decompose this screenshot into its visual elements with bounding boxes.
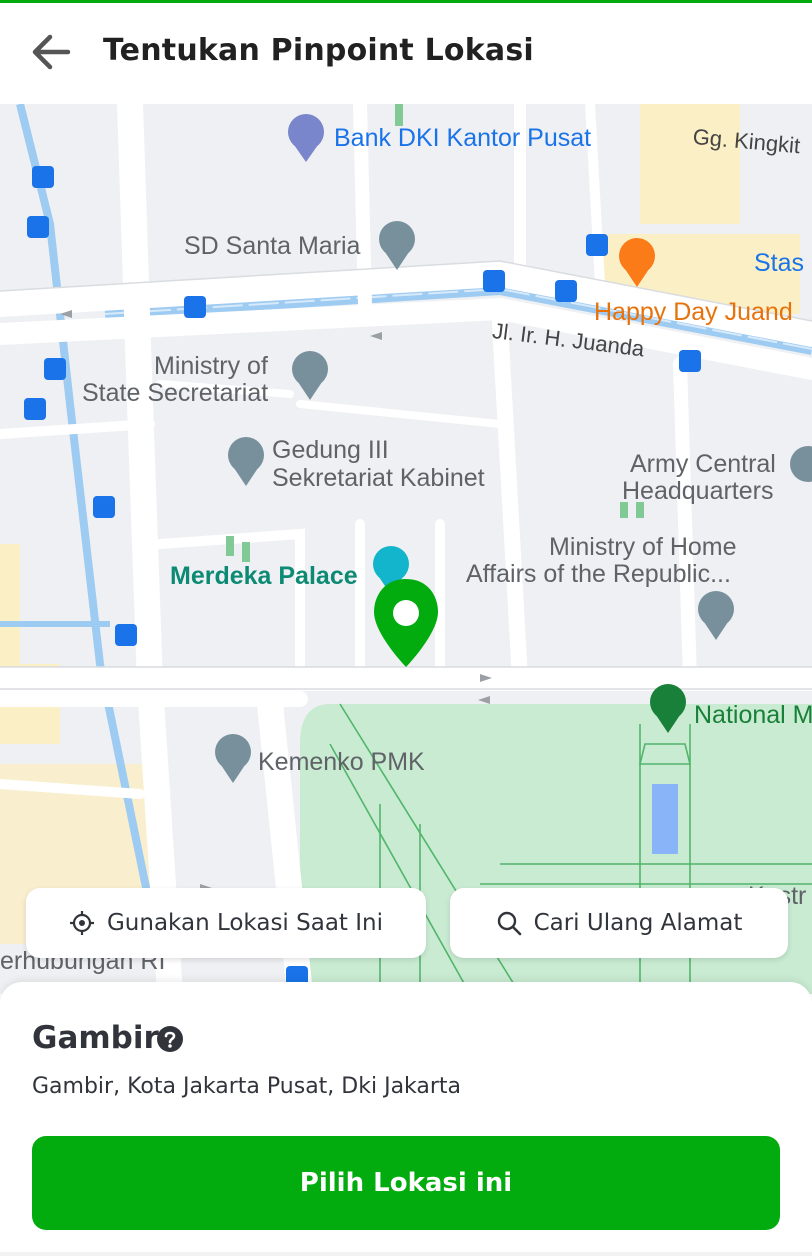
- use-current-location-label: Gunakan Lokasi Saat Ini: [106, 910, 383, 936]
- poi-ministry-state-line2: State Secretariat: [82, 379, 269, 407]
- poi-ministry-home-line1: Ministry of Home: [549, 533, 737, 561]
- poi-army-line2: Headquarters: [622, 477, 774, 505]
- poi-gedung-line1: Gedung III: [272, 436, 389, 464]
- poi-sd-santa-maria: SD Santa Maria: [184, 232, 361, 260]
- search-address-button[interactable]: Cari Ulang Alamat: [450, 888, 788, 958]
- poi-ministry-home-line2: Affairs of the Republic...: [466, 560, 731, 588]
- location-name: Gambir: [32, 1020, 159, 1056]
- back-button[interactable]: [24, 25, 78, 79]
- arrow-left-icon: [32, 34, 71, 70]
- poi-kemenko-pmk: Kemenko PMK: [258, 748, 425, 776]
- help-button[interactable]: [156, 1025, 184, 1053]
- poi-merdeka-palace: Merdeka Palace: [170, 562, 358, 590]
- poi-gedung-line2: Sekretariat Kabinet: [272, 464, 485, 492]
- search-address-label: Cari Ulang Alamat: [533, 910, 743, 936]
- poi-national-monument: National M: [694, 701, 812, 729]
- app-header: Tentukan Pinpoint Lokasi: [0, 3, 812, 104]
- location-sheet: Gambir Gambir, Kota Jakarta Pusat, Dki J…: [0, 982, 812, 1256]
- crosshair-icon: [69, 911, 94, 935]
- search-icon: [497, 911, 521, 936]
- confirm-location-button[interactable]: Pilih Lokasi ini: [32, 1136, 780, 1230]
- poi-bank-dki: Bank DKI Kantor Pusat: [334, 124, 592, 152]
- poi-happy-day: Happy Day Juand: [594, 298, 793, 326]
- question-icon: [157, 1026, 183, 1052]
- poi-army-line1: Army Central: [630, 450, 776, 478]
- map-view[interactable]: Bank DKI Kantor Pusat Gg. Kingkit SD San…: [0, 104, 812, 994]
- bottom-divider: [0, 1252, 812, 1256]
- confirm-location-label: Pilih Lokasi ini: [299, 1168, 513, 1198]
- use-current-location-button[interactable]: Gunakan Lokasi Saat Ini: [26, 888, 426, 958]
- poi-stas: Stas: [754, 249, 805, 277]
- page-title: Tentukan Pinpoint Lokasi: [103, 33, 534, 68]
- location-address: Gambir, Kota Jakarta Pusat, Dki Jakarta: [32, 1074, 462, 1099]
- poi-ministry-state-line1: Ministry of: [154, 352, 268, 380]
